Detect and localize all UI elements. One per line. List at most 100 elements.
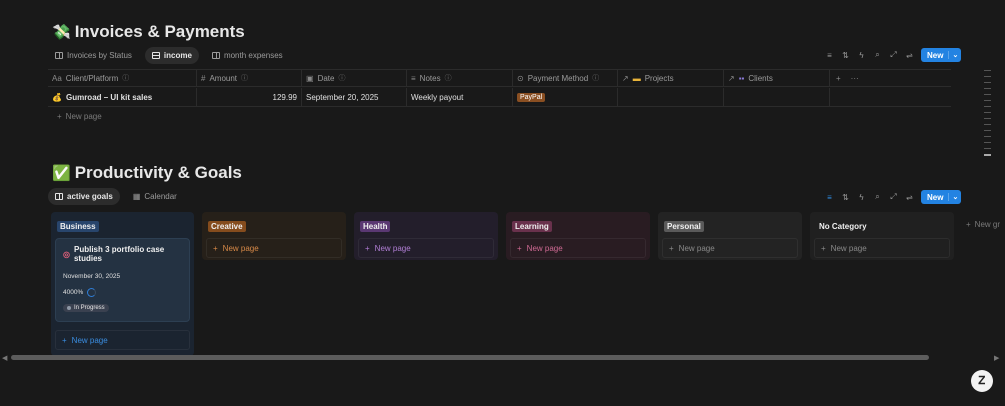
sort-icon[interactable]: ⇅ [841, 51, 850, 60]
invoices-table-header: Aa Client/Platform ⓘ # Amount ⓘ ▣ Date ⓘ… [48, 69, 951, 87]
target-icon: ◎ [63, 249, 70, 259]
board-column-business: Business ◎ Publish 3 portfolio case stud… [51, 212, 194, 356]
invoices-new-page[interactable]: + New page [57, 112, 102, 121]
assistant-icon: Ꮓ [978, 374, 986, 387]
number-property-icon: # [201, 73, 206, 83]
folder-icon: ▬ [632, 73, 641, 83]
column-new-page[interactable]: + New page [206, 238, 342, 258]
plus-icon: + [821, 243, 826, 253]
goals-board: Business ◎ Publish 3 portfolio case stud… [51, 212, 954, 356]
col-clients-header[interactable]: ↗ ▪▪ Clients [724, 70, 830, 86]
col-client-header[interactable]: Aa Client/Platform ⓘ [48, 70, 197, 86]
view-income[interactable]: income [144, 47, 199, 64]
col-notes-header[interactable]: ≡ Notes ⓘ [407, 70, 513, 86]
settings-icon[interactable]: ⇌ [905, 193, 914, 202]
automation-icon[interactable]: ϟ [857, 193, 866, 202]
cell-projects[interactable] [618, 88, 724, 106]
board-view-icon [55, 52, 63, 59]
info-icon: ⓘ [122, 75, 130, 82]
goals-new-button[interactable]: New ⌄ [921, 190, 962, 204]
cell-payment[interactable]: PayPal [513, 88, 618, 106]
goals-views: active goals ▦ Calendar [48, 188, 184, 205]
plus-icon: + [669, 243, 674, 253]
column-new-page[interactable]: + New page [662, 238, 798, 258]
expand-icon[interactable]: ⤢ [889, 50, 898, 60]
card-progress: 4000% [63, 288, 182, 297]
cell-notes[interactable]: Weekly payout [407, 88, 513, 106]
goals-toolbar: ≡ ⇅ ϟ ⌕ ⤢ ⇌ New ⌄ [825, 190, 962, 204]
chevron-down-icon[interactable]: ⌄ [948, 193, 961, 201]
board-column-no-category: No Category + New page [810, 212, 954, 260]
board-view-icon [55, 193, 63, 200]
relation-arrow-icon: ↗ [622, 73, 629, 83]
col-date-header[interactable]: ▣ Date ⓘ [302, 70, 407, 86]
plus-icon: + [517, 243, 522, 253]
horizontal-scrollbar[interactable] [11, 355, 929, 360]
people-icon: ▪▪ [738, 73, 745, 83]
plus-icon: + [57, 112, 62, 121]
progress-ring-icon [87, 288, 97, 297]
page-outline[interactable] [984, 70, 991, 156]
column-new-page[interactable]: + New page [510, 238, 646, 258]
plus-icon: + [966, 220, 971, 229]
assistant-fab[interactable]: Ꮓ [971, 370, 993, 392]
relation-arrow-icon: ↗ [728, 73, 735, 83]
plus-icon: + [213, 243, 218, 253]
cell-date[interactable]: September 20, 2025 [302, 88, 407, 106]
select-property-icon: ⊙ [517, 73, 524, 83]
info-icon: ⓘ [338, 75, 346, 82]
payment-pill: PayPal [517, 92, 546, 102]
status-badge: In Progress [63, 304, 109, 312]
plus-icon: + [62, 335, 67, 345]
new-group-button[interactable]: + New gr [966, 220, 1000, 229]
goal-card[interactable]: ◎ Publish 3 portfolio case studies Novem… [55, 238, 190, 322]
cell-client[interactable]: 💰 Gumroad – UI kit sales [48, 88, 197, 106]
table-row[interactable]: 💰 Gumroad – UI kit sales 129.99 Septembe… [48, 88, 951, 107]
calendar-icon: ▦ [132, 192, 141, 201]
col-amount-header[interactable]: # Amount ⓘ [197, 70, 302, 86]
view-invoices-by-status[interactable]: Invoices by Status [48, 47, 139, 64]
chevron-down-icon[interactable]: ⌄ [948, 51, 961, 59]
goals-title: ✅ Productivity & Goals [52, 163, 242, 182]
automation-icon[interactable]: ϟ [857, 51, 866, 60]
column-new-page[interactable]: + New page [358, 238, 494, 258]
invoices-toolbar: ≡ ⇅ ϟ ⌕ ⤢ ⇌ New ⌄ [825, 48, 962, 62]
board-column-personal: Personal + New page [658, 212, 802, 260]
info-icon: ⓘ [241, 75, 249, 82]
cell-amount[interactable]: 129.99 [197, 88, 302, 106]
invoices-title: 💸 Invoices & Payments [52, 22, 245, 41]
scroll-left-arrow[interactable]: ◀ [2, 354, 7, 362]
view-month-expenses[interactable]: month expenses [205, 47, 290, 64]
filter-icon[interactable]: ≡ [825, 51, 834, 60]
add-property-icon[interactable]: + [836, 74, 841, 83]
column-new-page[interactable]: + New page [814, 238, 950, 258]
expand-icon[interactable]: ⤢ [889, 192, 898, 202]
settings-icon[interactable]: ⇌ [905, 51, 914, 60]
sort-icon[interactable]: ⇅ [841, 193, 850, 202]
lines-icon: ≡ [411, 73, 416, 83]
card-date: November 30, 2025 [63, 273, 121, 280]
view-calendar[interactable]: ▦ Calendar [126, 188, 184, 205]
board-column-creative: Creative + New page [202, 212, 346, 260]
calendar-icon: ▣ [306, 73, 314, 83]
invoices-views: Invoices by Status income month expenses [48, 47, 290, 64]
search-icon[interactable]: ⌕ [873, 50, 882, 60]
search-icon[interactable]: ⌕ [873, 192, 882, 202]
cell-empty [830, 88, 951, 106]
filter-icon[interactable]: ≡ [825, 193, 834, 202]
invoices-new-button[interactable]: New ⌄ [921, 48, 962, 62]
board-column-learning: Learning + New page [506, 212, 650, 260]
board-view-icon [211, 52, 220, 59]
cell-clients[interactable] [724, 88, 830, 106]
info-icon: ⓘ [444, 75, 452, 82]
text-property-icon: Aa [52, 73, 62, 83]
table-view-icon [151, 52, 160, 59]
check-mark-icon: ✅ [52, 165, 71, 182]
more-icon[interactable]: ··· [851, 74, 859, 83]
scroll-right-arrow[interactable]: ▶ [994, 354, 999, 362]
col-payment-header[interactable]: ⊙ Payment Method ⓘ [513, 70, 618, 86]
view-active-goals[interactable]: active goals [48, 188, 120, 205]
col-projects-header[interactable]: ↗ ▬ Projects [618, 70, 724, 86]
board-column-health: Health + New page [354, 212, 498, 260]
column-new-page[interactable]: + New page [55, 330, 190, 350]
